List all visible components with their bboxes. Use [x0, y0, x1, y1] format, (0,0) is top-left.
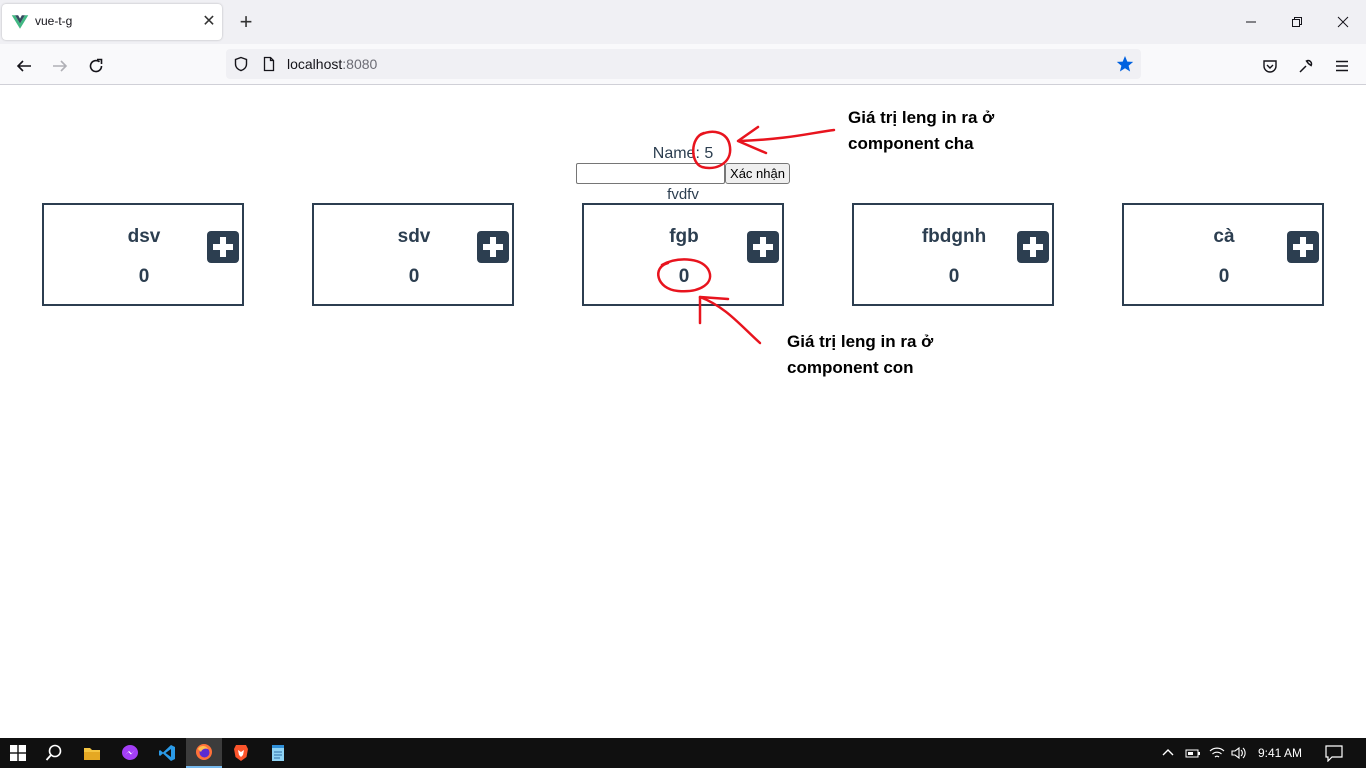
plus-icon[interactable] — [747, 231, 779, 263]
card-count: 0 — [948, 266, 960, 287]
brave-icon[interactable] — [223, 738, 259, 768]
counter-card: fbdgnh 0 — [852, 203, 1054, 306]
notification-icon[interactable] — [1325, 744, 1343, 762]
counter-card: fgb 0 — [582, 203, 784, 306]
address-bar[interactable]: localhost:8080 — [226, 49, 1141, 79]
counter-card: cà 0 — [1122, 203, 1324, 306]
annotation-child: Giá trị leng in ra ở component con — [787, 329, 933, 381]
windows-taskbar: 9:41 AM — [0, 738, 1366, 768]
file-explorer-icon[interactable] — [74, 738, 110, 768]
card-count: 0 — [1218, 266, 1230, 287]
pocket-icon — [1263, 60, 1277, 73]
back-button[interactable] — [10, 52, 38, 80]
url-host: localhost — [287, 56, 343, 72]
battery-icon[interactable] — [1185, 745, 1201, 761]
pocket-button[interactable] — [1256, 52, 1284, 80]
reload-icon — [89, 58, 103, 73]
volume-icon[interactable] — [1231, 745, 1247, 761]
card-count: 0 — [678, 266, 690, 287]
extensions-button[interactable] — [1292, 52, 1320, 80]
firefox-icon[interactable] — [186, 738, 222, 768]
plus-icon[interactable] — [477, 231, 509, 263]
chevron-up-icon[interactable] — [1160, 745, 1176, 761]
arrow-left-icon — [16, 60, 31, 72]
windows-start-icon[interactable] — [0, 738, 36, 768]
confirm-button[interactable]: Xác nhận — [725, 163, 790, 184]
counter-card: sdv 0 — [312, 203, 514, 306]
forward-button[interactable] — [46, 52, 74, 80]
menu-button[interactable] — [1328, 52, 1356, 80]
bookmark-star-icon[interactable] — [1116, 55, 1134, 73]
card-count: 0 — [138, 266, 150, 287]
tab-close-icon[interactable]: ✕ — [199, 12, 219, 32]
card-count: 0 — [408, 266, 420, 287]
annotation-child-line2: component con — [787, 358, 914, 377]
annotation-parent: Giá trị leng in ra ở component cha — [848, 105, 994, 157]
name-label: Name: 5 — [652, 145, 714, 162]
vscode-icon[interactable] — [149, 738, 185, 768]
new-tab-icon[interactable]: + — [234, 11, 258, 35]
messenger-icon[interactable] — [112, 738, 148, 768]
shield-icon[interactable] — [232, 55, 250, 73]
tab-title: vue-t-g — [35, 14, 73, 28]
taskbar-clock[interactable]: 9:41 AM — [1258, 746, 1302, 760]
close-icon — [1337, 16, 1349, 28]
close-window-button[interactable] — [1320, 6, 1366, 38]
annotation-parent-line2: component cha — [848, 134, 974, 153]
annotation-child-line1: Giá trị leng in ra ở — [787, 332, 934, 351]
page-info-icon[interactable] — [260, 55, 278, 73]
vue-logo-icon — [11, 15, 29, 29]
plus-icon[interactable] — [1017, 231, 1049, 263]
counter-card: dsv 0 — [42, 203, 244, 306]
url-text[interactable]: localhost:8080 — [287, 56, 377, 72]
arrow-right-icon — [53, 60, 68, 72]
notepad-icon[interactable] — [260, 738, 296, 768]
minimize-window-button[interactable] — [1228, 6, 1274, 38]
wifi-icon[interactable] — [1209, 745, 1225, 761]
wrench-icon — [1299, 59, 1313, 73]
browser-nav-bar: localhost:8080 — [0, 44, 1366, 85]
search-icon[interactable] — [36, 738, 72, 768]
restore-icon — [1292, 17, 1302, 27]
name-input[interactable] — [576, 163, 725, 184]
url-port: :8080 — [342, 56, 378, 72]
plus-icon[interactable] — [1287, 231, 1319, 263]
echo-text: fvdfv — [667, 186, 699, 203]
plus-icon[interactable] — [207, 231, 239, 263]
browser-tab-bar: vue-t-g ✕ + — [0, 0, 1366, 44]
reload-button[interactable] — [82, 52, 110, 80]
hamburger-menu-icon — [1336, 60, 1348, 72]
arrow-parent-shaft — [738, 128, 836, 143]
minimize-icon — [1246, 21, 1256, 23]
page-content: Name: 5 Xác nhận fvdfv dsv 0 sdv 0 fgb 0… — [0, 85, 1366, 738]
browser-tab[interactable]: vue-t-g ✕ — [2, 4, 222, 40]
annotation-parent-line1: Giá trị leng in ra ở — [848, 108, 995, 127]
restore-window-button[interactable] — [1274, 6, 1320, 38]
